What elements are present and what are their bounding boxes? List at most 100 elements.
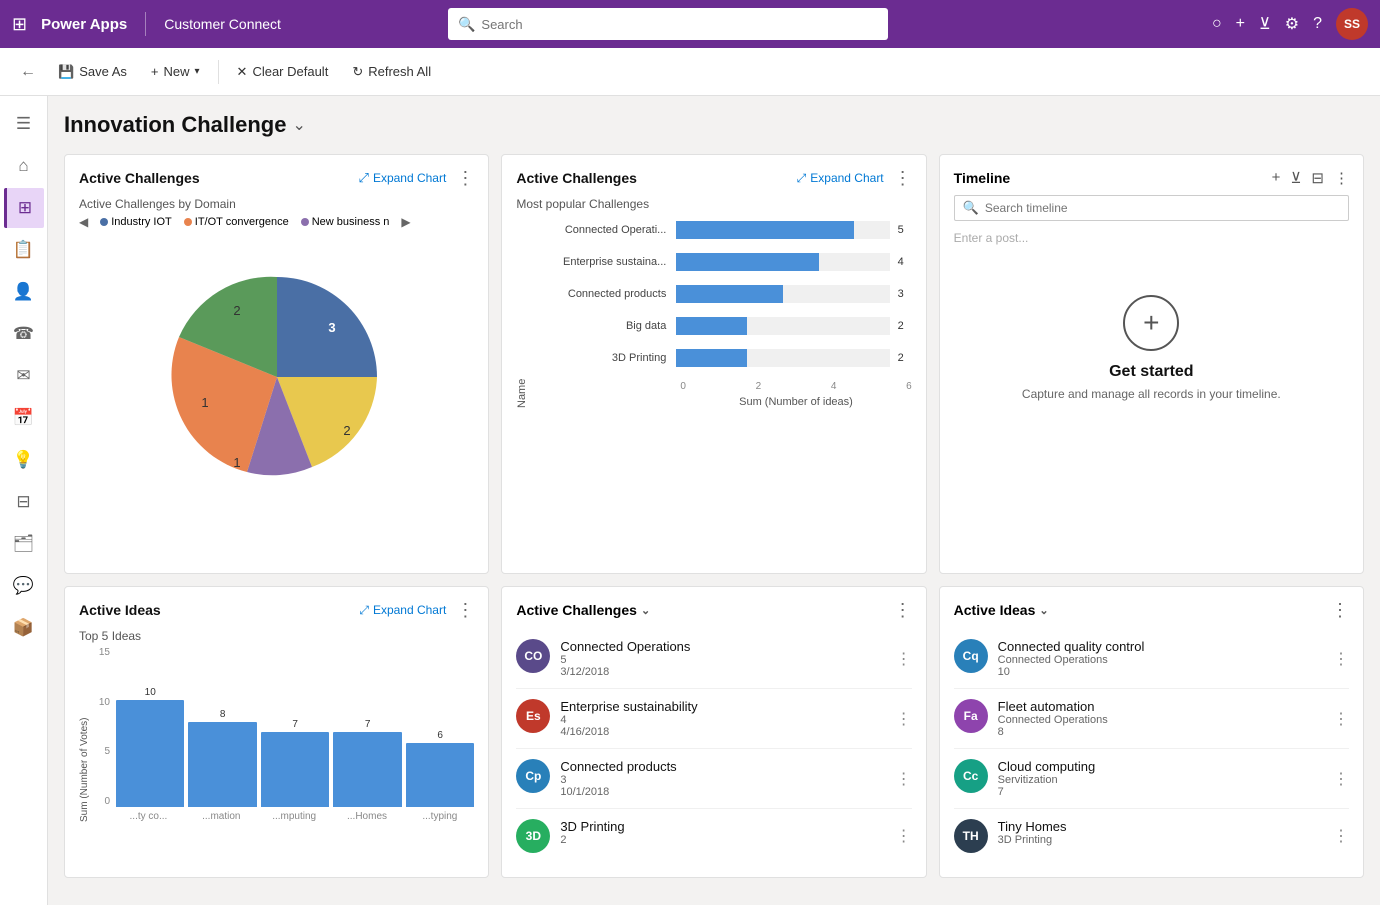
list2-item-sub2-3: 7 bbox=[998, 786, 1323, 798]
timeline-search-input[interactable] bbox=[985, 201, 1340, 215]
list2-item-content-1: Connected quality control Connected Oper… bbox=[998, 639, 1323, 678]
list1-chevron-icon[interactable]: ⌄ bbox=[641, 604, 650, 617]
filter-icon[interactable]: ⊻ bbox=[1259, 14, 1271, 34]
hbar-val-3: 3 bbox=[898, 288, 912, 300]
timeline-post-placeholder[interactable]: Enter a post... bbox=[954, 231, 1349, 245]
timeline-add-icon[interactable]: + bbox=[1272, 169, 1281, 187]
sidebar-item-home[interactable]: ⌂ bbox=[4, 146, 44, 186]
svg-text:1: 1 bbox=[233, 455, 240, 470]
sidebar-item-calendar[interactable]: 📅 bbox=[4, 398, 44, 438]
timeline-plus-circle-icon[interactable]: + bbox=[1123, 295, 1179, 351]
legend-dot-1 bbox=[100, 218, 108, 226]
expand-chart-3-button[interactable]: ⤢ Expand Chart bbox=[359, 603, 446, 618]
card2-more-button[interactable]: ⋮ bbox=[894, 169, 912, 187]
card2-header-right: ⤢ Expand Chart ⋮ bbox=[797, 169, 912, 187]
ring-icon[interactable]: ○ bbox=[1212, 15, 1222, 33]
expand-chart-1-button[interactable]: ⤢ Expand Chart bbox=[359, 170, 447, 186]
list2-item-content-2: Fleet automation Connected Operations 8 bbox=[998, 699, 1323, 738]
list2-item-menu-3[interactable]: ⋮ bbox=[1333, 769, 1349, 789]
plus-icon[interactable]: + bbox=[1236, 15, 1245, 33]
toolbar-sep-1 bbox=[218, 60, 219, 84]
timeline-more-icon[interactable]: ⋮ bbox=[1334, 169, 1349, 187]
list1-more-button[interactable]: ⋮ bbox=[894, 601, 912, 619]
legend-next-icon[interactable]: ▶ bbox=[401, 215, 410, 229]
expand-chart-2-button[interactable]: ⤢ Expand Chart bbox=[797, 171, 884, 186]
card1-more-button[interactable]: ⋮ bbox=[456, 169, 474, 187]
sidebar-item-ideas[interactable]: 💡 bbox=[4, 440, 44, 480]
timeline-filter-icon[interactable]: ⊻ bbox=[1290, 169, 1301, 187]
list-item-title-3: Connected products bbox=[560, 759, 885, 774]
search-input[interactable] bbox=[481, 17, 878, 32]
timeline-search-icon: 🔍 bbox=[963, 200, 979, 216]
hbar-row-3: Connected products 3 bbox=[532, 285, 911, 303]
list2-item-menu-4[interactable]: ⋮ bbox=[1333, 826, 1349, 846]
new-button[interactable]: + New ▾ bbox=[141, 58, 210, 85]
sidebar-item-products[interactable]: ⊟ bbox=[4, 482, 44, 522]
hbar-track-2 bbox=[676, 253, 889, 271]
chart2-subtitle: Most popular Challenges bbox=[516, 197, 911, 211]
list2-item-sub1-3: Servitization bbox=[998, 774, 1323, 786]
list-item-date-3: 10/1/2018 bbox=[560, 786, 885, 798]
list2-more-button[interactable]: ⋮ bbox=[1331, 601, 1349, 619]
active-ideas-chart-card: Active Ideas ⤢ Expand Chart ⋮ Top 5 Idea… bbox=[64, 586, 489, 878]
sidebar-item-dashboard[interactable]: ⊞ bbox=[4, 188, 44, 228]
settings-icon[interactable]: ⚙ bbox=[1285, 14, 1299, 34]
list-avatar-1: CO bbox=[516, 639, 550, 673]
chart3-subtitle: Top 5 Ideas bbox=[79, 629, 474, 643]
hbar-track-4 bbox=[676, 317, 889, 335]
sidebar-item-packages[interactable]: 📦 bbox=[4, 608, 44, 648]
sidebar-item-email[interactable]: ✉ bbox=[4, 356, 44, 396]
list2-item-menu-2[interactable]: ⋮ bbox=[1333, 709, 1349, 729]
back-button[interactable]: ← bbox=[12, 59, 44, 85]
list2-item-title-1: Connected quality control bbox=[998, 639, 1323, 654]
grid-icon[interactable]: ⊞ bbox=[12, 14, 27, 35]
list-item-menu-2[interactable]: ⋮ bbox=[896, 709, 912, 729]
list1-header: Active Challenges ⌄ ⋮ bbox=[516, 601, 911, 619]
sidebar-item-contacts[interactable]: 👤 bbox=[4, 272, 44, 312]
vbar-chart-wrapper: Sum (Number of Votes) 0 5 10 15 10 bbox=[79, 647, 474, 822]
list-item-content-4: 3D Printing 2 bbox=[560, 819, 885, 846]
refresh-all-button[interactable]: ↻ Refresh All bbox=[342, 58, 441, 86]
clear-default-button[interactable]: ✕ Clear Default bbox=[227, 58, 339, 86]
help-icon[interactable]: ? bbox=[1313, 15, 1322, 33]
sidebar-item-categories[interactable]: 🗂 bbox=[4, 524, 44, 564]
timeline-empty-title: Get started bbox=[1109, 363, 1193, 381]
timeline-search[interactable]: 🔍 bbox=[954, 195, 1349, 221]
svg-text:3: 3 bbox=[328, 320, 335, 335]
card1-title: Active Challenges bbox=[79, 170, 200, 186]
list-item-menu-4[interactable]: ⋮ bbox=[896, 826, 912, 846]
list-item-menu-3[interactable]: ⋮ bbox=[896, 769, 912, 789]
sidebar-item-records[interactable]: 📋 bbox=[4, 230, 44, 270]
avatar[interactable]: SS bbox=[1336, 8, 1368, 40]
page-title-chevron-icon[interactable]: ⌄ bbox=[292, 115, 305, 135]
list1-title-area: Active Challenges ⌄ bbox=[516, 602, 650, 618]
sidebar-item-menu[interactable]: ☰ bbox=[4, 104, 44, 144]
global-search[interactable]: 🔍 bbox=[448, 8, 888, 40]
hbar-tick-2: 2 bbox=[756, 381, 762, 392]
list-item-menu-1[interactable]: ⋮ bbox=[896, 649, 912, 669]
list2-chevron-icon[interactable]: ⌄ bbox=[1039, 604, 1048, 617]
list2-item-title-2: Fleet automation bbox=[998, 699, 1323, 714]
list2-item-title-3: Cloud computing bbox=[998, 759, 1323, 774]
hbar-row-2: Enterprise sustaina... 4 bbox=[532, 253, 911, 271]
vbar-chart-area: 0 5 10 15 10 8 bbox=[92, 647, 474, 807]
hbar-axis-label: Sum (Number of ideas) bbox=[532, 396, 911, 408]
hbar-row-1: Connected Operati... 5 bbox=[532, 221, 911, 239]
legend-prev-icon[interactable]: ◀ bbox=[79, 215, 88, 229]
hbar-yaxis-label: Name bbox=[516, 221, 528, 408]
list2-item-content-3: Cloud computing Servitization 7 bbox=[998, 759, 1323, 798]
card3-more-button[interactable]: ⋮ bbox=[456, 601, 474, 619]
active-challenges-bar-card: Active Challenges ⤢ Expand Chart ⋮ Most … bbox=[501, 154, 926, 574]
sidebar-item-calls[interactable]: ☎ bbox=[4, 314, 44, 354]
timeline-card: Timeline + ⊻ ⊟ ⋮ 🔍 Enter a post... + Get… bbox=[939, 154, 1364, 574]
sidebar-item-messages[interactable]: 💬 bbox=[4, 566, 44, 606]
timeline-columns-icon[interactable]: ⊟ bbox=[1311, 169, 1324, 187]
save-as-button[interactable]: 💾 Save As bbox=[48, 58, 137, 86]
list2-item-sub1-4: 3D Printing bbox=[998, 834, 1323, 846]
list1-items: CO Connected Operations 5 3/12/2018 ⋮ Es… bbox=[516, 629, 911, 863]
vbar-bar-2 bbox=[188, 722, 256, 807]
list2-item-content-4: Tiny Homes 3D Printing bbox=[998, 819, 1323, 846]
ytick-15: 15 bbox=[92, 647, 110, 658]
list2-item-menu-1[interactable]: ⋮ bbox=[1333, 649, 1349, 669]
list-item-date-2: 4/16/2018 bbox=[560, 726, 885, 738]
